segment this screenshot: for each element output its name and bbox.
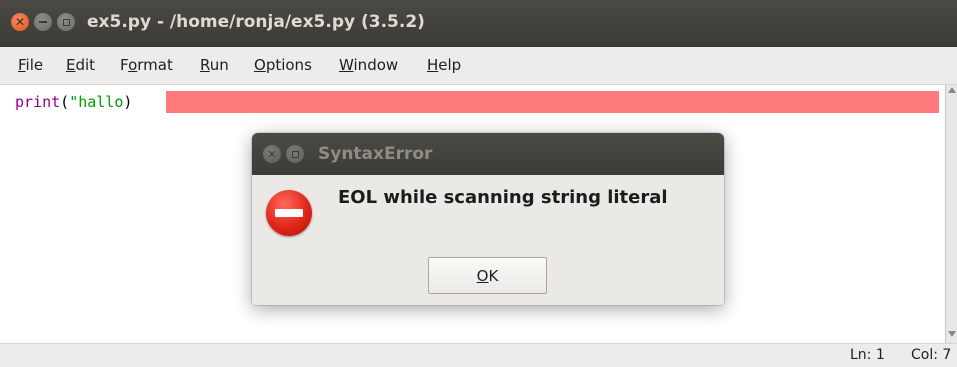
dialog-titlebar: ✕ SyntaxError bbox=[252, 133, 724, 175]
window-close-button[interactable]: ✕ bbox=[11, 13, 29, 31]
menu-help[interactable]: Help bbox=[427, 56, 461, 74]
code-paren-open: ( bbox=[60, 93, 70, 111]
vertical-scrollbar[interactable] bbox=[945, 85, 957, 343]
menu-window[interactable]: Window bbox=[339, 56, 398, 74]
error-icon bbox=[266, 190, 312, 236]
menu-options[interactable]: Options bbox=[254, 56, 312, 74]
window-maximize-button[interactable] bbox=[57, 13, 75, 31]
maximize-icon bbox=[62, 18, 70, 26]
menu-run[interactable]: Run bbox=[200, 56, 229, 74]
close-icon: ✕ bbox=[267, 147, 277, 161]
window-minimize-button[interactable] bbox=[34, 13, 52, 31]
menu-file[interactable]: File bbox=[18, 56, 43, 74]
syntax-error-dialog: ✕ SyntaxError EOL while scanning string … bbox=[252, 133, 724, 305]
window-titlebar: ✕ ex5.py - /home/ronja/ex5.py (3.5.2) bbox=[0, 0, 957, 47]
maximize-icon bbox=[291, 150, 299, 158]
code-string: "hallo bbox=[69, 93, 124, 111]
dialog-close-button[interactable]: ✕ bbox=[263, 145, 281, 163]
minimize-icon bbox=[39, 21, 47, 23]
close-icon: ✕ bbox=[14, 15, 26, 29]
scroll-down-icon[interactable] bbox=[948, 331, 956, 337]
ok-button-label: K bbox=[488, 266, 499, 285]
menu-format[interactable]: Format bbox=[120, 56, 173, 74]
status-bar: Ln: 1 Col: 7 bbox=[0, 343, 957, 367]
window-title: ex5.py - /home/ronja/ex5.py (3.5.2) bbox=[87, 12, 425, 32]
error-icon-bar bbox=[275, 209, 303, 217]
syntax-error-highlight bbox=[166, 91, 939, 113]
scroll-up-icon[interactable] bbox=[948, 87, 956, 93]
menu-edit[interactable]: Edit bbox=[66, 56, 95, 74]
ok-button-mnemonic: O bbox=[476, 266, 489, 285]
ok-button[interactable]: OK bbox=[428, 257, 547, 294]
code-line: print("hallo) bbox=[15, 91, 132, 113]
menu-bar: File Edit Format Run Options Window Help bbox=[0, 47, 957, 85]
dialog-title: SyntaxError bbox=[318, 144, 433, 164]
status-col: Col: 7 bbox=[911, 347, 952, 363]
code-keyword: print bbox=[15, 93, 61, 111]
code-paren-close: ) bbox=[123, 93, 133, 111]
dialog-maximize-button[interactable] bbox=[286, 145, 304, 163]
dialog-message: EOL while scanning string literal bbox=[338, 187, 668, 208]
status-line: Ln: 1 bbox=[850, 347, 885, 363]
